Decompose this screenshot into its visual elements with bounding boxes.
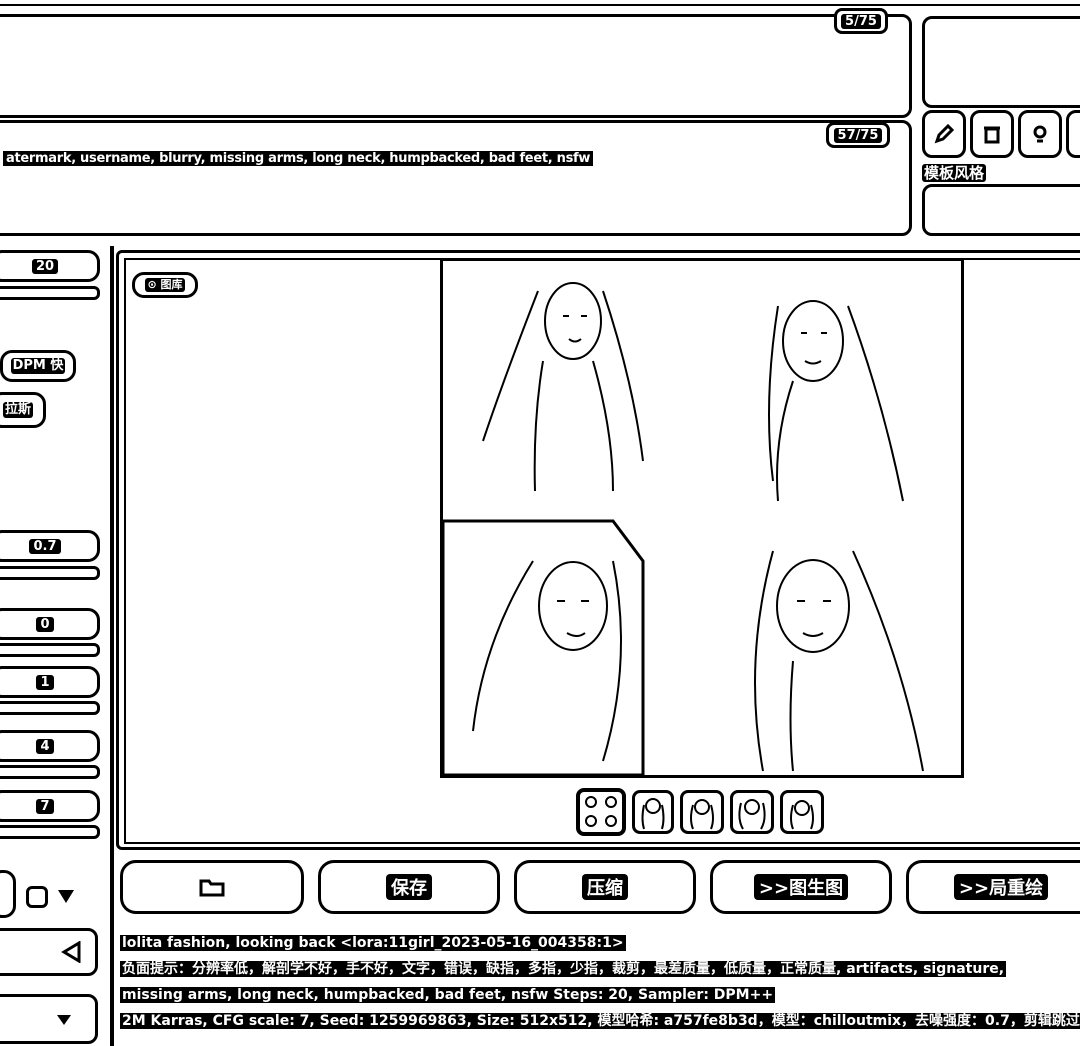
image-cell-4 <box>754 550 924 772</box>
thumbnail-3[interactable] <box>730 790 774 834</box>
send-to-inpaint-button[interactable]: >>局重绘 <box>906 860 1080 914</box>
thumbnail-image <box>790 800 814 830</box>
number-input-b[interactable]: 1 <box>0 666 100 698</box>
seed-checkbox[interactable] <box>26 886 48 908</box>
thumbnail-2[interactable] <box>680 790 724 834</box>
slider-b[interactable] <box>0 701 100 715</box>
generation-info: lolita fashion, looking back <lora:11gir… <box>120 930 1080 1034</box>
chevron-down-icon[interactable] <box>56 886 76 906</box>
thumbnail-grid[interactable] <box>576 788 626 836</box>
generated-image-grid <box>441 282 924 777</box>
style-label: 模板风格 <box>922 164 987 182</box>
trash-icon <box>984 126 1000 144</box>
pencil-icon <box>934 123 955 144</box>
main-image[interactable] <box>440 258 964 778</box>
thumbnail-image <box>738 799 766 830</box>
number-input-d[interactable]: 7 <box>0 790 100 822</box>
sampler-option-laplace[interactable]: 拉斯 <box>0 392 46 428</box>
slider-d[interactable] <box>0 825 100 839</box>
thumbnail-image <box>641 798 665 830</box>
denoise-slider[interactable] <box>0 566 100 580</box>
negative-prompt-textarea[interactable]: atermark, username, blurry, missing arms… <box>0 120 912 236</box>
gallery-badge[interactable]: ⊙ 图库 <box>132 272 198 298</box>
top-edge <box>0 0 1080 6</box>
open-folder-button[interactable] <box>120 860 304 914</box>
image-cell-3 <box>441 519 645 777</box>
trash-button[interactable] <box>970 110 1014 158</box>
negative-token-count: 57/75 <box>833 127 883 143</box>
thumbnail-4[interactable] <box>780 790 824 834</box>
zip-button[interactable]: 压缩 <box>514 860 696 914</box>
bulb-icon <box>1033 125 1047 143</box>
save-button[interactable]: 保存 <box>318 860 500 914</box>
steps-number-input[interactable]: 20 <box>0 250 100 282</box>
sampler-option-dpm[interactable]: DPM 快 <box>0 350 76 382</box>
pencil-button[interactable] <box>922 110 966 158</box>
image-cell-1 <box>482 282 644 492</box>
number-input-c[interactable]: 4 <box>0 730 100 762</box>
info-line-1: lolita fashion, looking back <lora:11gir… <box>120 935 626 951</box>
number-input-a[interactable]: 0 <box>0 608 100 640</box>
bottom-left-dropdown[interactable] <box>0 994 98 1044</box>
caret-left-icon <box>61 941 81 963</box>
thumbnail-1[interactable] <box>632 790 674 834</box>
info-line-2: 负面提示：分辨率低，解剖学不好，手不好，文字，错误，缺指，多指，少指，裁剪，最差… <box>120 961 1007 977</box>
prompt-token-counter: 5/75 <box>834 8 888 34</box>
prompt-textarea[interactable] <box>0 14 912 118</box>
steps-slider[interactable] <box>0 286 100 300</box>
denoise-number-input[interactable]: 0.7 <box>0 530 100 562</box>
negative-prompt-text: atermark, username, blurry, missing arms… <box>3 151 594 166</box>
extra-tool-button[interactable] <box>1066 110 1080 158</box>
negative-prompt-token-counter: 57/75 <box>826 122 890 148</box>
column-divider <box>110 246 114 1046</box>
prompt-token-count: 5/75 <box>841 13 881 29</box>
script-dropdown[interactable] <box>0 928 98 976</box>
thumbnail-image <box>585 796 617 827</box>
chevron-down-icon <box>57 1015 71 1025</box>
send-to-img2img-button[interactable]: >>图生图 <box>710 860 892 914</box>
slider-a[interactable] <box>0 643 100 657</box>
info-line-3: missing arms, long neck, humpbacked, bad… <box>120 987 776 1003</box>
slider-c[interactable] <box>0 765 100 779</box>
info-line-4: 2M Karras, CFG scale: 7, Seed: 125996986… <box>120 1008 1080 1034</box>
thumbnail-image <box>690 799 714 830</box>
bulb-button[interactable] <box>1018 110 1062 158</box>
generate-area[interactable] <box>922 16 1080 108</box>
style-dropdown[interactable] <box>922 184 1080 236</box>
image-cell-2 <box>768 300 904 502</box>
folder-icon <box>199 879 225 897</box>
seed-input[interactable] <box>0 870 16 918</box>
